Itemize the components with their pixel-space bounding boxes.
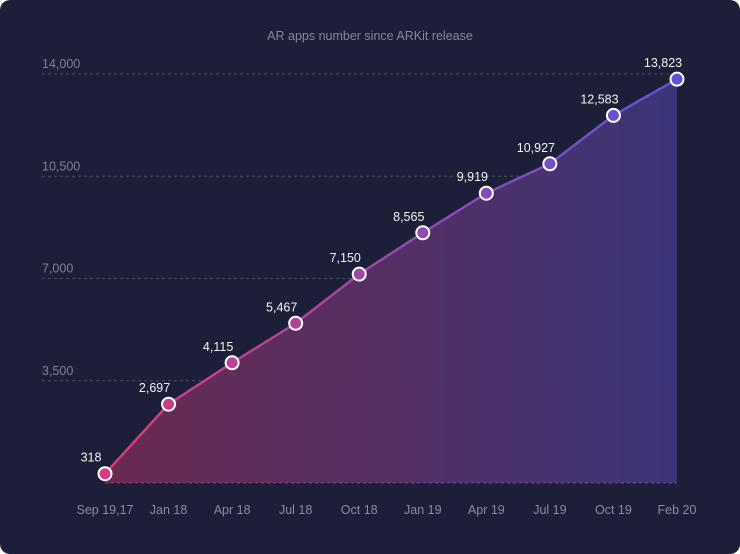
chart-title: AR apps number since ARKit release bbox=[267, 29, 473, 43]
data-label: 8,565 bbox=[393, 210, 424, 224]
area-fill bbox=[105, 79, 677, 483]
data-label: 7,150 bbox=[330, 251, 361, 265]
y-tick-label: 14,000 bbox=[42, 57, 80, 71]
x-tick-label: Jan 18 bbox=[150, 503, 188, 517]
data-point[interactable] bbox=[161, 396, 177, 412]
data-point[interactable] bbox=[288, 315, 304, 331]
x-tick-label: Jul 19 bbox=[533, 503, 566, 517]
y-tick-label: 3,500 bbox=[42, 364, 73, 378]
data-label: 318 bbox=[81, 451, 102, 465]
y-tick-label: 7,000 bbox=[42, 262, 73, 276]
data-label: 12,583 bbox=[580, 92, 618, 106]
x-tick-label: Apr 19 bbox=[468, 503, 505, 517]
chart-card: AR apps number since ARKit release 3,500… bbox=[0, 0, 740, 554]
x-tick-label: Jul 18 bbox=[279, 503, 312, 517]
data-point[interactable] bbox=[605, 107, 621, 123]
data-point[interactable] bbox=[224, 355, 240, 371]
data-label: 10,927 bbox=[517, 141, 555, 155]
x-tick-label: Apr 18 bbox=[214, 503, 251, 517]
data-label: 5,467 bbox=[266, 300, 297, 314]
data-point[interactable] bbox=[415, 225, 431, 241]
data-point[interactable] bbox=[97, 466, 113, 482]
y-tick-label: 10,500 bbox=[42, 159, 80, 173]
x-tick-label: Oct 19 bbox=[595, 503, 632, 517]
x-tick-label: Jan 19 bbox=[404, 503, 442, 517]
data-label: 2,697 bbox=[139, 381, 170, 395]
x-tick-label: Sep 19,17 bbox=[77, 503, 134, 517]
data-label: 13,823 bbox=[644, 56, 682, 70]
x-tick-label: Oct 18 bbox=[341, 503, 378, 517]
data-point[interactable] bbox=[542, 156, 558, 172]
data-point[interactable] bbox=[351, 266, 367, 282]
data-label: 4,115 bbox=[203, 340, 233, 354]
area-chart: AR apps number since ARKit release 3,500… bbox=[42, 29, 697, 517]
x-tick-label: Feb 20 bbox=[658, 503, 697, 517]
data-label: 9,919 bbox=[457, 170, 488, 184]
data-point[interactable] bbox=[669, 71, 685, 87]
data-point[interactable] bbox=[478, 185, 494, 201]
